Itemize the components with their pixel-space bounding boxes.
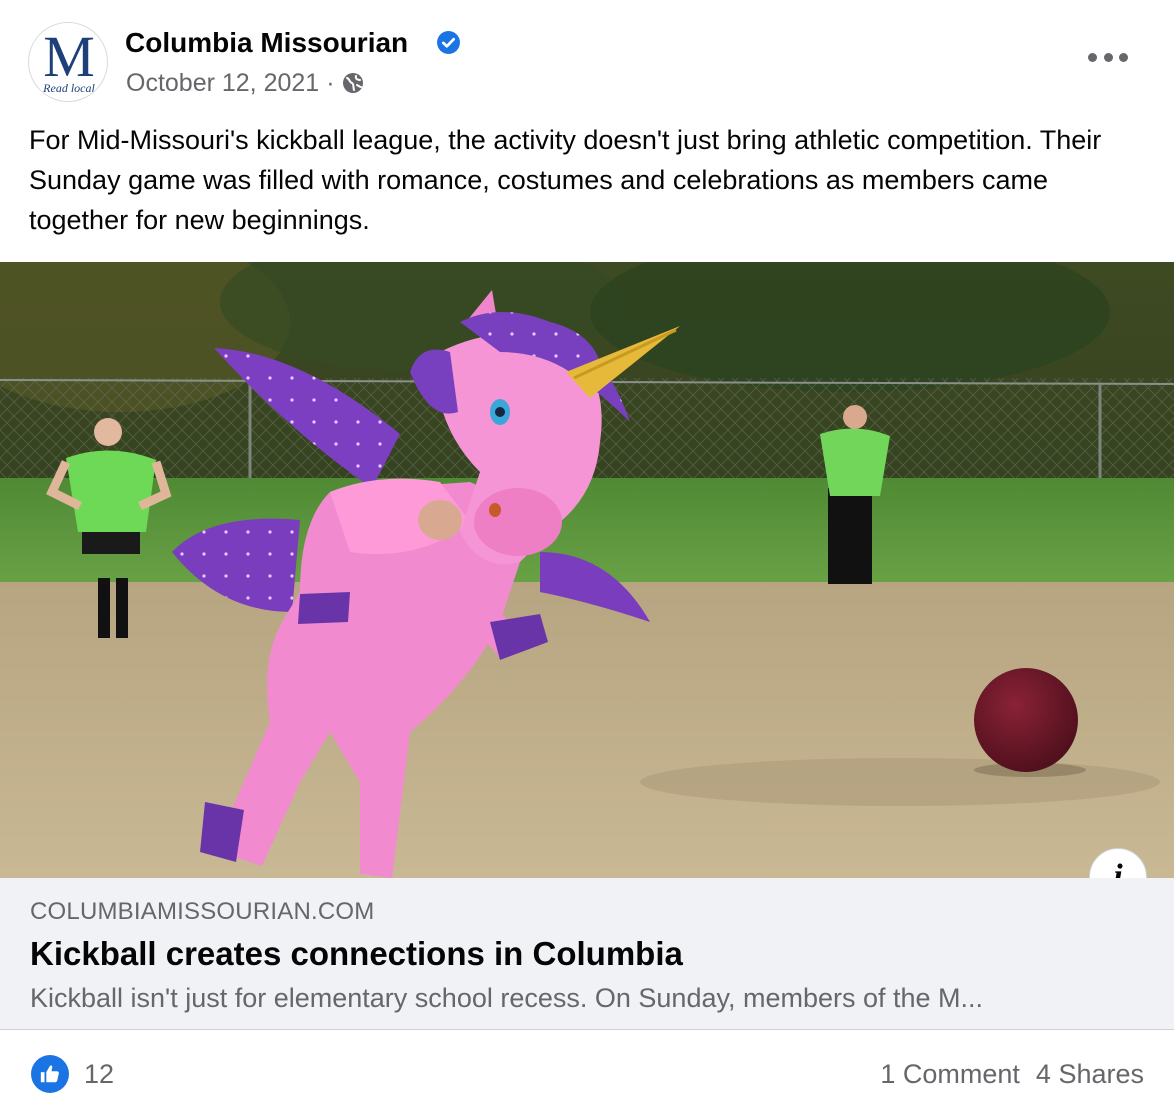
like-thumb-icon[interactable] — [31, 1055, 69, 1093]
avatar-logo-tagline: Read local — [43, 81, 95, 95]
post-date-link[interactable]: October 12, 2021 — [126, 68, 319, 98]
thumb-glyph — [40, 1065, 59, 1083]
page-name-link[interactable]: Columbia Missourian — [125, 26, 408, 60]
more-dot — [1103, 52, 1113, 62]
globe-icon[interactable] — [341, 71, 365, 95]
more-options-icon[interactable] — [1088, 44, 1128, 70]
link-preview-image[interactable] — [0, 262, 1174, 878]
link-description: Kickball isn't just for elementary schoo… — [30, 983, 984, 1013]
kickball-unicorn-photo — [0, 262, 1174, 878]
meta-separator: · — [326, 69, 335, 97]
comment-count-link[interactable]: 1 Comment — [880, 1058, 1020, 1090]
more-dot — [1119, 52, 1128, 62]
engagement-stats: 1 Comment 4 Shares — [880, 1058, 1144, 1090]
more-dot — [1088, 52, 1097, 62]
verified-badge-icon — [437, 31, 460, 54]
post-meta: October 12, 2021 · — [126, 68, 365, 98]
page-avatar[interactable]: M Read local — [28, 22, 108, 102]
like-count[interactable]: 12 — [84, 1058, 114, 1090]
link-domain: COLUMBIAMISSOURIAN.COM — [30, 898, 375, 925]
post-caption: For Mid-Missouri's kickball league, the … — [29, 125, 1102, 235]
share-count-link[interactable]: 4 Shares — [1036, 1058, 1144, 1090]
link-title[interactable]: Kickball creates connections in Columbia — [30, 934, 683, 974]
avatar-logo-letter: M — [43, 24, 95, 89]
link-preview[interactable]: COLUMBIAMISSOURIAN.COM Kickball creates … — [0, 878, 1174, 1030]
facebook-post: M Read local Columbia Missourian October… — [0, 0, 1174, 1114]
